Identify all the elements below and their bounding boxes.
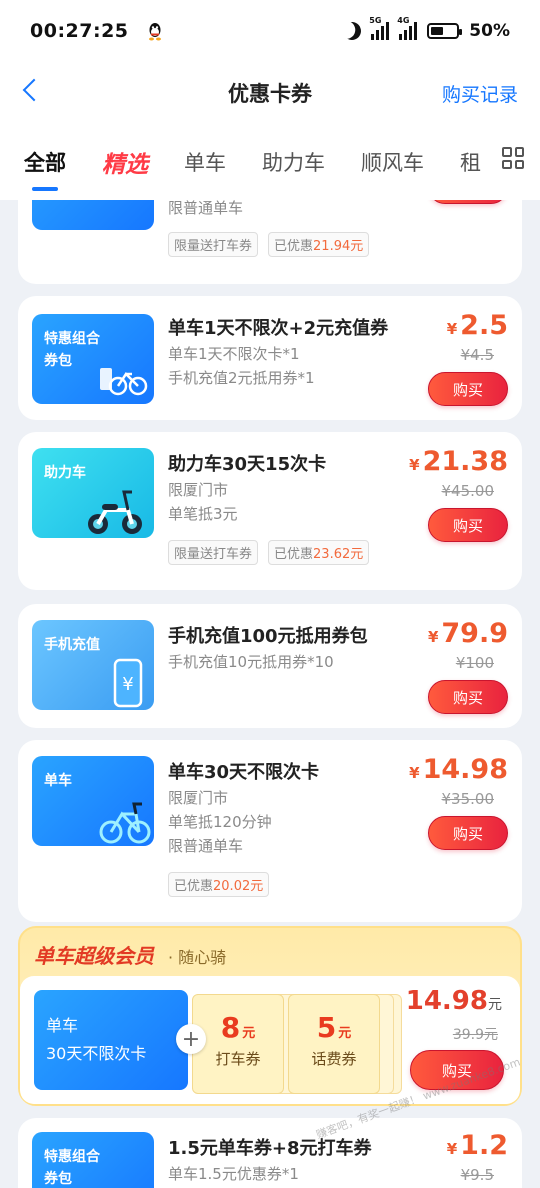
card-price: ¥14.98 [409, 754, 508, 785]
card-original-price: ¥9.5 [460, 1166, 494, 1184]
card-thumbnail: 助力车 [32, 448, 154, 538]
coupon-card: 手机充值 ¥ 手机充值100元抵用券包 手机充值10元抵用券*10 ¥79.9 … [18, 604, 522, 728]
buy-button[interactable]: 购买 [428, 680, 508, 714]
coupon-card: 限普通单车 限量送打车券 已优惠21.94元 购买 [18, 200, 522, 284]
moon-icon [341, 19, 364, 42]
status-indicators: 5G 4G 50% [341, 16, 510, 42]
card-original-price: ¥35.00 [441, 790, 495, 808]
coupon-card: 特惠组合 券包 单车1天不限次+2元充值券 单车1天不限次卡*1 手机充值2元抵用券… [18, 296, 522, 420]
tab-bike[interactable]: 单车 [184, 147, 226, 177]
tab-all[interactable]: 全部 [24, 147, 66, 177]
thumbnail-label: 特惠组合 券包 [44, 1149, 100, 1187]
card-title: 单车1天不限次+2元充值券 [168, 318, 389, 339]
promo-tag: 限量送打车券 [168, 232, 259, 257]
card-original-price: ¥4.5 [460, 346, 494, 364]
buy-button[interactable]: 购买 [428, 372, 508, 406]
bike-icon [99, 802, 151, 844]
card-price: ¥21.38 [409, 446, 508, 477]
thumbnail-label: 特惠组合 券包 [44, 331, 100, 369]
nav-bar: 优惠卡券 购买记录 [0, 62, 540, 124]
card-original-price: ¥45.00 [441, 482, 495, 500]
coupon-list[interactable]: 限普通单车 限量送打车券 已优惠21.94元 购买 特惠组合券包 单车1天不限次… [0, 200, 540, 1188]
card-price: ¥1.2 [446, 1130, 508, 1161]
vip-title: 单车超级会员 [34, 944, 154, 968]
card-tags: 已优惠20.02元 [168, 872, 270, 897]
coupon-card: 特惠组合 券包 1.5元单车券+8元打车券 单车1.5元优惠券*1 ¥1.2 ¥9… [18, 1118, 522, 1188]
status-time: 00:27:25 [30, 20, 129, 42]
thumbnail-label: 单车 [44, 773, 72, 789]
vip-coupon-stack: 8元 打车券 5元 话费券 [192, 994, 402, 1094]
battery-icon [427, 23, 463, 39]
saved-tag: 已优惠23.62元 [268, 540, 370, 565]
card-price: ¥79.9 [427, 618, 508, 649]
card-thumbnail [32, 200, 154, 230]
bike-icon [100, 368, 148, 396]
grid-menu-icon[interactable] [502, 147, 524, 169]
phone-icon: ¥ [113, 658, 143, 708]
card-title: 单车30天不限次卡 [168, 762, 320, 783]
status-bar: 00:27:25 5G 4G 50% [0, 0, 540, 62]
taxi-coupon: 8元 打车券 [192, 994, 284, 1094]
card-description: 限普通单车 [168, 200, 244, 217]
card-price: ¥2.5 [446, 310, 508, 341]
category-tabs: 全部 精选 单车 助力车 顺风车 租 [0, 124, 540, 200]
thumbnail-label: 助力车 [44, 465, 86, 481]
card-tags: 限量送打车券 已优惠21.94元 [168, 232, 370, 257]
purchase-history-link[interactable]: 购买记录 [442, 80, 518, 107]
card-tags: 限量送打车券 已优惠23.62元 [168, 540, 370, 565]
buy-button[interactable]: 购买 [428, 508, 508, 542]
page-title: 优惠卡券 [228, 82, 312, 106]
ebike-icon [88, 490, 142, 534]
tab-carpool[interactable]: 顺风车 [361, 147, 424, 177]
svg-text:¥: ¥ [122, 674, 133, 695]
card-original-price: ¥100 [455, 654, 494, 672]
buy-button[interactable]: 购买 [428, 200, 508, 204]
promo-tag: 限量送打车券 [168, 540, 259, 565]
vip-price: 14.98元 [405, 986, 502, 1016]
saved-tag: 已优惠21.94元 [268, 232, 370, 257]
card-description: 单车1天不限次卡*1 手机充值2元抵用券*1 [168, 345, 315, 387]
coupon-card: 单车 单车30天不限次卡 限厦门市 单笔抵120分钟 限普通单车 已优惠20.02元… [18, 740, 522, 922]
tab-ebike[interactable]: 助力车 [262, 147, 325, 177]
card-thumbnail: 手机充值 ¥ [32, 620, 154, 710]
back-chevron-icon[interactable] [22, 78, 46, 102]
battery-label: 50% [469, 21, 510, 41]
card-title: 手机充值100元抵用券包 [168, 626, 368, 647]
signal-5g-icon: 5G [369, 16, 390, 40]
tab-featured[interactable]: 精选 [102, 145, 148, 179]
vip-original-price: 39.9元 [452, 1027, 498, 1043]
card-thumbnail: 单车 [32, 756, 154, 846]
signal-4g-icon: 4G [397, 16, 418, 40]
tab-rent[interactable]: 租 [460, 147, 481, 177]
coupon-card: 助力车 助力车30天15次卡 限厦门市 单笔抵3元 限量送打车券 已优惠23.62… [18, 432, 522, 590]
card-title: 助力车30天15次卡 [168, 454, 327, 475]
card-description: 限厦门市 单笔抵120分钟 限普通单车 [168, 789, 272, 855]
saved-tag: 已优惠20.02元 [168, 872, 270, 897]
thumbnail-label: 手机充值 [44, 637, 100, 653]
card-description: 限厦门市 单笔抵3元 [168, 481, 238, 523]
battery-level [431, 27, 444, 35]
qq-icon [148, 23, 161, 41]
card-thumbnail: 特惠组合 券包 [32, 1132, 154, 1188]
vip-subtitle: · 随心骑 [168, 948, 227, 967]
card-title: 1.5元单车券+8元打车券 [168, 1138, 372, 1159]
phone-bill-coupon: 5元 话费券 [288, 994, 380, 1094]
buy-button[interactable]: 购买 [428, 816, 508, 850]
plus-icon: + [176, 1024, 206, 1054]
card-description: 单车1.5元优惠券*1 [168, 1165, 299, 1183]
card-description: 手机充值10元抵用券*10 [168, 653, 334, 671]
card-thumbnail: 特惠组合 券包 [32, 314, 154, 404]
vip-main-card: 单车 30天不限次卡 [34, 990, 188, 1090]
